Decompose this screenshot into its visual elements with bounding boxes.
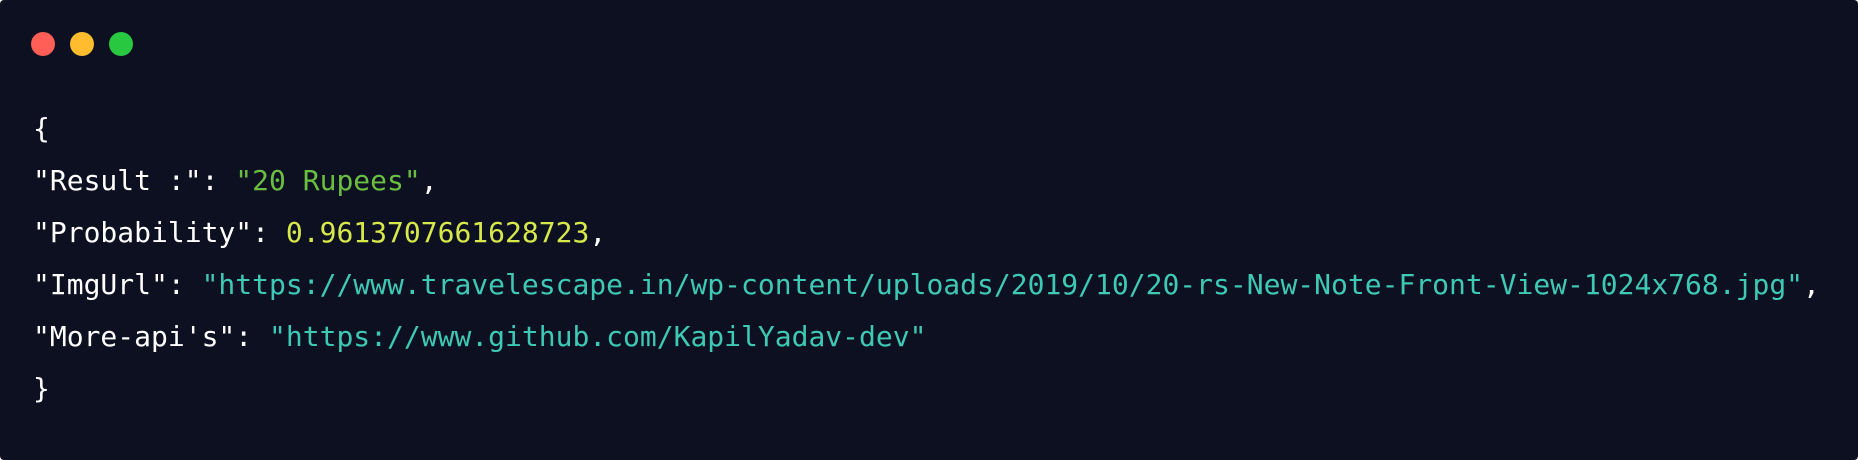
close-brace: }: [33, 372, 50, 405]
json-value: "https://www.github.com/KapilYadav-dev": [269, 320, 927, 353]
colon: :: [167, 268, 202, 301]
json-line-probability: "Probability": 0.9613707661628723,: [33, 207, 1820, 259]
close-button[interactable]: [31, 32, 55, 56]
json-value: "https://www.travelescape.in/wp-content/…: [201, 268, 1804, 301]
json-value: "20 Rupees": [235, 164, 421, 197]
json-key: "ImgUrl": [33, 268, 168, 301]
colon: :: [252, 216, 286, 249]
trailing-comma: ,: [589, 216, 607, 249]
trailing-comma: ,: [1803, 268, 1820, 301]
json-line-more-apis: "More-api's": "https://www.github.com/Ka…: [33, 311, 1820, 363]
colon: :: [201, 164, 236, 197]
colon: :: [235, 320, 270, 353]
json-key: "More-api's": [33, 320, 236, 353]
json-code-block: {"Result :": "20 Rupees", "Probability": …: [33, 103, 1820, 415]
zoom-button[interactable]: [109, 32, 133, 56]
json-line-result: "Result :": "20 Rupees",: [33, 155, 1820, 207]
trailing-comma: ,: [420, 164, 438, 197]
open-brace: {: [33, 112, 50, 145]
window-controls: [31, 32, 133, 56]
json-key: "Result :": [33, 164, 202, 197]
code-window: {"Result :": "20 Rupees", "Probability": …: [0, 0, 1858, 460]
minimize-button[interactable]: [70, 32, 94, 56]
json-key: "Probability": [33, 216, 253, 249]
json-value: 0.9613707661628723: [285, 216, 590, 249]
json-line-imgurl: "ImgUrl": "https://www.travelescape.in/w…: [33, 259, 1820, 311]
